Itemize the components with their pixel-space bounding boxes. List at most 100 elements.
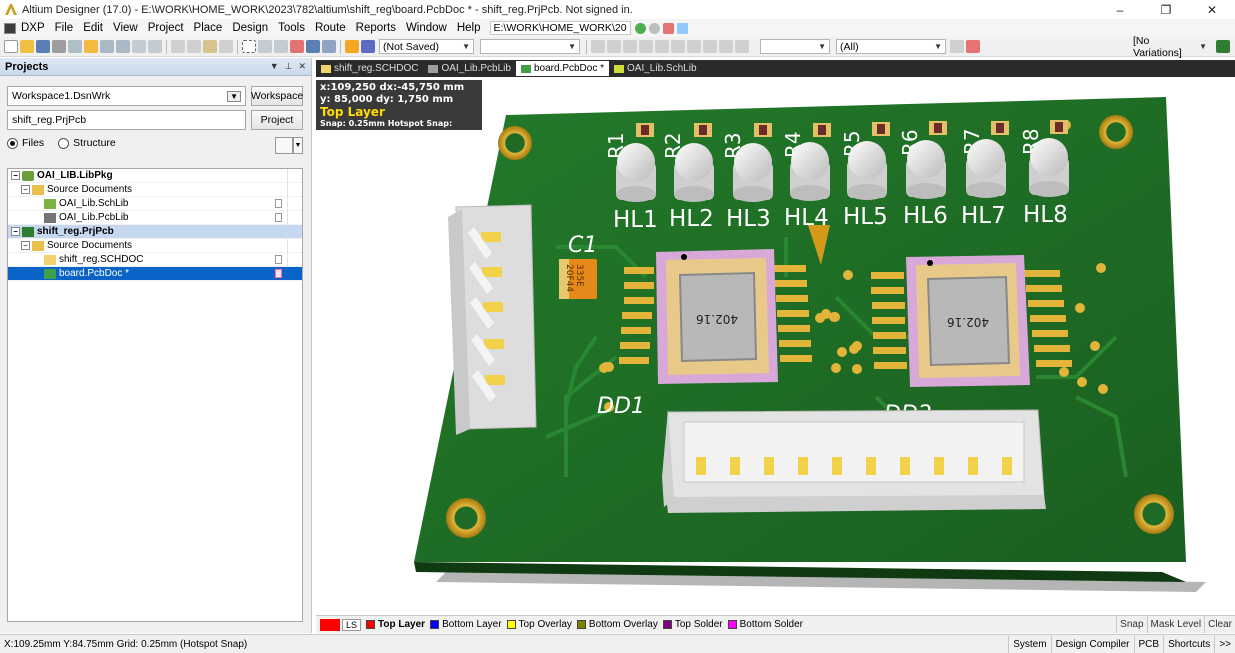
zoom-selected-icon[interactable] (132, 40, 146, 53)
restore-button[interactable]: ❐ (1143, 0, 1189, 19)
pad-icon[interactable] (655, 40, 669, 53)
cross-probe-icon[interactable] (148, 40, 162, 53)
clear-filter-icon[interactable] (966, 40, 980, 53)
print-preview-icon[interactable] (68, 40, 82, 53)
string-icon[interactable] (719, 40, 733, 53)
arc-icon[interactable] (671, 40, 685, 53)
open-project-icon[interactable] (84, 40, 98, 53)
menu-edit[interactable]: Edit (78, 22, 108, 34)
menu-file[interactable]: File (50, 22, 79, 34)
menu-project[interactable]: Project (143, 22, 189, 34)
ls-button[interactable]: LS (342, 618, 362, 631)
menu-place[interactable]: Place (189, 22, 228, 34)
component-icon[interactable] (735, 40, 749, 53)
design-compiler-button[interactable]: Design Compiler (1050, 635, 1134, 653)
menu-help[interactable]: Help (452, 22, 486, 34)
current-layer-swatch[interactable] (320, 618, 340, 631)
tree-item-prjpcb[interactable]: − shift_reg.PrjPcb (8, 225, 302, 239)
project-button[interactable]: Project (251, 110, 303, 130)
open-folder-icon[interactable] (20, 40, 34, 53)
tree-item-pcblib[interactable]: OAI_Lib.PcbLib (8, 211, 302, 225)
layer-tab-bottom-solder[interactable]: Bottom Solder (727, 619, 803, 630)
pcb-3d-view[interactable]: R1 R2 R3 R4 R5 R6 R7 R8 HL1 HL2 HL3 HL4 … (316, 77, 1235, 615)
menu-window[interactable]: Window (401, 22, 452, 34)
deselect-icon[interactable] (274, 40, 288, 53)
menu-route[interactable]: Route (310, 22, 351, 34)
structure-radio[interactable]: Structure (58, 137, 116, 149)
menu-reports[interactable]: Reports (351, 22, 401, 34)
system-button[interactable]: System (1008, 635, 1050, 653)
back-icon[interactable] (634, 22, 646, 34)
collapse-icon[interactable]: − (11, 227, 20, 236)
tab-oai-lib-pcblib[interactable]: OAI_Lib.PcbLib (423, 61, 516, 76)
clear-button[interactable]: Clear (1204, 616, 1235, 633)
collapse-icon[interactable]: − (21, 185, 30, 194)
files-radio[interactable]: Files (7, 137, 44, 149)
undo-icon[interactable] (306, 40, 320, 53)
tree-item-source-documents[interactable]: − Source Documents (8, 183, 302, 197)
select-area-icon[interactable] (242, 40, 256, 53)
layer-tab-top-solder[interactable]: Top Solder (662, 619, 723, 630)
path-field[interactable]: E:\WORK\HOME_WORK\20 (489, 21, 631, 35)
move-icon[interactable] (258, 40, 272, 53)
pcb-3d-icon[interactable] (1216, 40, 1230, 53)
print-icon[interactable] (52, 40, 66, 53)
more-button[interactable]: >> (1214, 635, 1235, 653)
via-icon[interactable] (639, 40, 653, 53)
highlight-icon[interactable] (345, 40, 359, 53)
new-file-icon[interactable] (4, 40, 18, 53)
menu-design[interactable]: Design (227, 22, 273, 34)
project-field[interactable]: shift_reg.PrjPcb (7, 110, 246, 130)
tree-item-libpkg[interactable]: − OAI_LIB.LibPkg (8, 169, 302, 183)
tab-oai-lib-schlib[interactable]: OAI_Lib.SchLib (609, 61, 702, 76)
clear-filter-icon[interactable] (290, 40, 304, 53)
tab-shift-reg-schdoc[interactable]: shift_reg.SCHDOC (316, 61, 423, 76)
apply-filter-icon[interactable] (950, 40, 964, 53)
multi-route-icon[interactable] (623, 40, 637, 53)
shortcuts-button[interactable]: Shortcuts (1163, 635, 1214, 653)
board-insight-icon[interactable] (361, 40, 375, 53)
copy-icon[interactable] (187, 40, 201, 53)
minimize-button[interactable]: – (1097, 0, 1143, 19)
save-state-dropdown[interactable]: (Not Saved) ▼ (379, 39, 474, 54)
save-icon[interactable] (36, 40, 50, 53)
zoom-fit-icon[interactable] (100, 40, 114, 53)
workspace-button[interactable]: Workspace (251, 86, 303, 106)
cut-icon[interactable] (171, 40, 185, 53)
interactive-route-icon[interactable] (591, 40, 605, 53)
close-icon[interactable]: ✕ (298, 61, 306, 72)
menu-view[interactable]: View (108, 22, 143, 34)
tree-item-pcbdoc[interactable]: board.PcbDoc * (8, 267, 302, 281)
variations-dropdown[interactable]: [No Variations] ▼ (1130, 35, 1210, 59)
polygon-icon[interactable] (703, 40, 717, 53)
menu-dxp[interactable]: DXP (16, 22, 50, 34)
home-icon[interactable] (662, 22, 674, 34)
menu-tools[interactable]: Tools (273, 22, 310, 34)
pin-icon[interactable]: ⊥ (285, 61, 293, 72)
layer-tab-top-layer[interactable]: Top Layer (366, 619, 425, 630)
panel-menu-icon[interactable]: ▼ (270, 61, 279, 72)
workspace-dropdown[interactable]: Workspace1.DsnWrk ▼ (7, 86, 246, 106)
layer-tab-bottom-layer[interactable]: Bottom Layer (430, 619, 502, 630)
rubber-stamp-icon[interactable] (219, 40, 233, 53)
snap-toggle[interactable]: Snap (1116, 616, 1146, 633)
fill-icon[interactable] (687, 40, 701, 53)
collapse-icon[interactable]: − (21, 241, 30, 250)
tab-board-pcbdoc[interactable]: board.PcbDoc * (515, 61, 610, 76)
pcb-board-render[interactable]: R1 R2 R3 R4 R5 R6 R7 R8 HL1 HL2 HL3 HL4 … (316, 77, 1235, 615)
tree-item-schlib[interactable]: OAI_Lib.SchLib (8, 197, 302, 211)
tree-item-schdoc[interactable]: shift_reg.SCHDOC (8, 253, 302, 267)
diff-pair-route-icon[interactable] (607, 40, 621, 53)
class-dropdown[interactable]: ▼ (760, 39, 830, 54)
dxp-icon[interactable] (4, 22, 16, 34)
paste-icon[interactable] (203, 40, 217, 53)
redo-icon[interactable] (322, 40, 336, 53)
pcb-button[interactable]: PCB (1133, 635, 1164, 653)
layer-tab-top-overlay[interactable]: Top Overlay (506, 619, 572, 630)
filter-dropdown[interactable]: (All) ▼ (836, 39, 946, 54)
mask-level-button[interactable]: Mask Level (1146, 616, 1205, 633)
collapse-icon[interactable]: − (11, 171, 20, 180)
layer-tab-bottom-overlay[interactable]: Bottom Overlay (576, 619, 658, 630)
forward-icon[interactable] (648, 22, 660, 34)
net-dropdown[interactable]: ▼ (480, 39, 580, 54)
